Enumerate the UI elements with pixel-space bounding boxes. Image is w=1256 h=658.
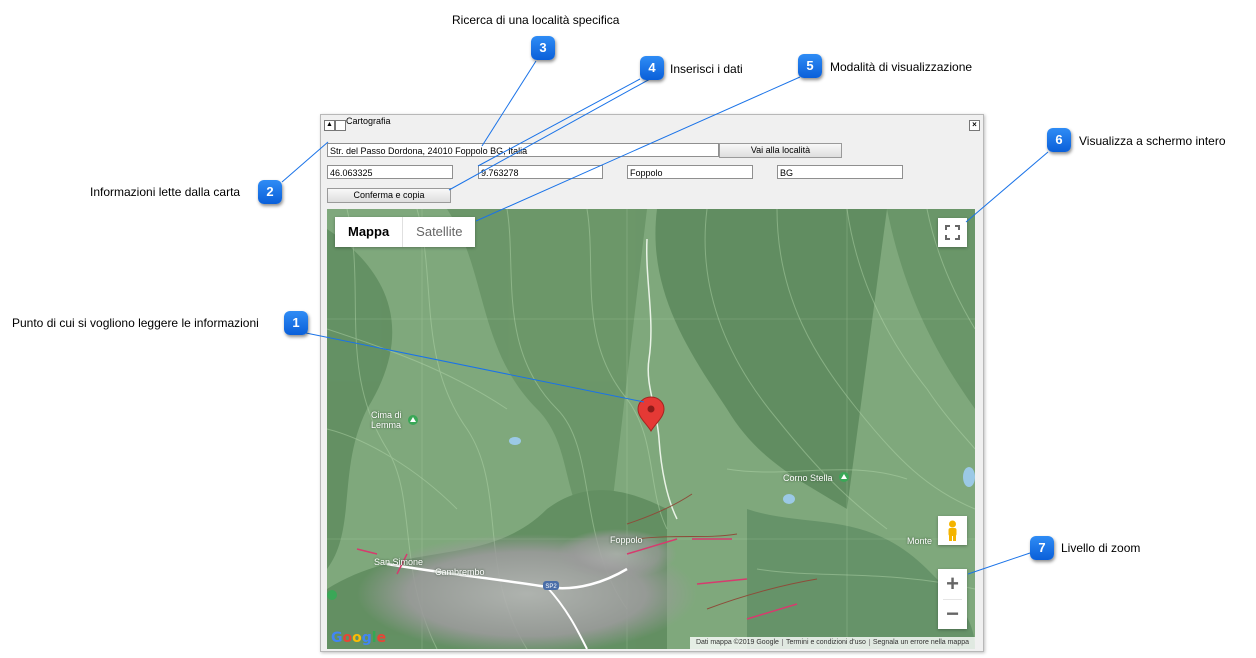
callout-badge-4: 4 (640, 56, 664, 80)
restore-icon[interactable] (335, 120, 346, 131)
place-label-cambrembo: Cambrembo (435, 567, 485, 577)
place-label-lemma: Lemma (371, 420, 402, 430)
fullscreen-icon (945, 225, 960, 240)
callout-label-4: Inserisci i dati (670, 62, 743, 76)
callout-badge-1: 1 (284, 311, 308, 335)
zoom-in-button[interactable]: + (938, 569, 967, 599)
map-view[interactable]: SP2 Cima di Lemma Corno Stella Foppolo M… (327, 209, 975, 649)
callout-badge-2: 2 (258, 180, 282, 204)
map-type-mappa[interactable]: Mappa (335, 217, 402, 247)
callout-label-1: Punto di cui si vogliono leggere le info… (12, 316, 259, 330)
city-field[interactable]: Foppolo (627, 165, 753, 179)
close-icon[interactable]: × (969, 120, 980, 131)
zoom-control: + − (938, 569, 967, 629)
callout-label-6: Visualizza a schermo intero (1079, 134, 1226, 148)
address-search-input[interactable]: Str. del Passo Dordona, 24010 Foppolo BG… (327, 143, 719, 157)
window-title: Cartografia (346, 116, 391, 126)
google-logo: Google (331, 630, 387, 646)
place-label-corno-stella: Corno Stella (783, 473, 833, 483)
map-data-attribution: Dati mappa ©2019 Google (695, 639, 779, 646)
collapse-icon[interactable]: ▲ (324, 120, 335, 131)
callout-badge-3: 3 (531, 36, 555, 60)
map-footer: Dati mappa ©2019 Google Termini e condizi… (689, 637, 975, 649)
latitude-field[interactable]: 46.063325 (327, 165, 453, 179)
place-label-cima-di: Cima di (371, 410, 402, 420)
callout-label-3: Ricerca di una località specifica (452, 13, 620, 27)
callout-label-5: Modalità di visualizzazione (830, 60, 973, 74)
callout-label-7: Livello di zoom (1061, 541, 1141, 555)
fullscreen-button[interactable] (938, 218, 967, 247)
callout-label-2: Informazioni lette dalla carta (90, 185, 241, 199)
street-view-pegman[interactable] (938, 516, 967, 545)
map-type-satellite[interactable]: Satellite (402, 217, 475, 247)
peak-icon (408, 415, 418, 425)
terms-link[interactable]: Termini e condizioni d'uso (781, 639, 869, 646)
province-field[interactable]: BG (777, 165, 903, 179)
map-type-selector: Mappa Satellite (335, 217, 476, 247)
callout-badge-6: 6 (1047, 128, 1071, 152)
road-sp2-label: SP2 (545, 584, 557, 590)
cartografia-window: ▲ Cartografia × Str. del Passo Dordona, … (320, 114, 984, 652)
zoom-out-button[interactable]: − (938, 600, 967, 629)
pegman-icon (948, 520, 957, 541)
go-to-location-button[interactable]: Vai alla località (719, 143, 842, 158)
place-label-monte: Monte (907, 536, 933, 546)
terrain-relief: SP2 (327, 209, 975, 649)
window-titlebar: ▲ Cartografia × (321, 115, 983, 135)
confirm-copy-button[interactable]: Conferma e copia (327, 188, 451, 203)
place-label-foppolo: Foppolo (610, 535, 643, 545)
report-error-link[interactable]: Segnala un errore nella mappa (868, 639, 972, 646)
callout-badge-7: 7 (1030, 536, 1054, 560)
callout-badge-5: 5 (798, 54, 822, 78)
place-label-san-simone: San Simone (374, 557, 424, 567)
longitude-field[interactable]: 9.763278 (478, 165, 603, 179)
